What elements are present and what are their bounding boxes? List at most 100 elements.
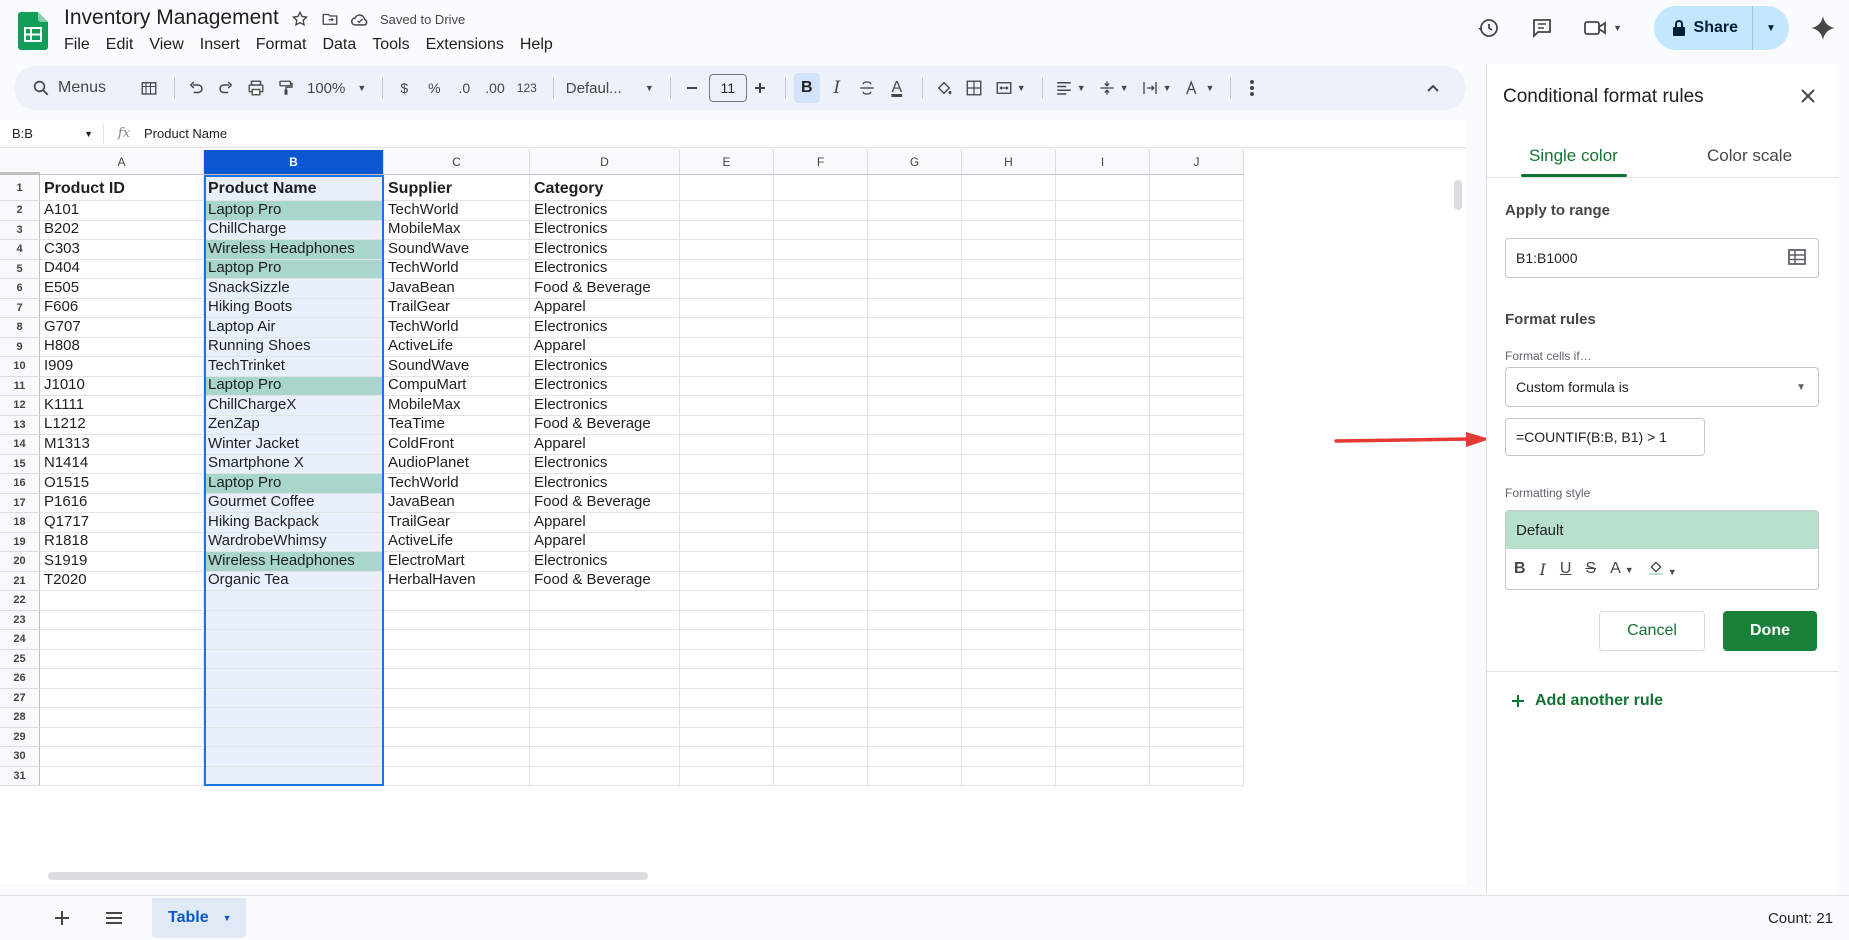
cell-i6[interactable] [1056, 279, 1150, 299]
cell-f30[interactable] [774, 747, 868, 767]
cell-a25[interactable] [40, 649, 204, 669]
cell-h5[interactable] [962, 259, 1056, 279]
tab-color-scale[interactable]: Color scale [1707, 146, 1792, 166]
select-range-icon[interactable] [1788, 248, 1806, 268]
cell-b14[interactable]: Winter Jacket [204, 435, 384, 455]
rotate-icon[interactable]: ▼ [1179, 73, 1218, 103]
cell-e30[interactable] [680, 747, 774, 767]
currency-button[interactable]: $ [391, 73, 417, 103]
cell-e11[interactable] [680, 376, 774, 396]
cell-e23[interactable] [680, 610, 774, 630]
cell-f21[interactable] [774, 571, 868, 591]
text-color-button[interactable]: A [884, 73, 910, 103]
menu-data[interactable]: Data [322, 36, 366, 54]
cell-h1[interactable] [962, 175, 1056, 201]
cell-e18[interactable] [680, 513, 774, 533]
cell-g13[interactable] [868, 415, 962, 435]
custom-formula-input[interactable]: =COUNTIF(B:B, B1) > 1 [1505, 418, 1705, 456]
cell-g26[interactable] [868, 669, 962, 689]
cell-f22[interactable] [774, 591, 868, 611]
version-history-icon[interactable] [1468, 8, 1508, 48]
cell-b3[interactable]: ChillCharge [204, 220, 384, 240]
cell-j15[interactable] [1150, 454, 1244, 474]
cell-g12[interactable] [868, 396, 962, 416]
cell-b13[interactable]: ZenZap [204, 415, 384, 435]
cell-f7[interactable] [774, 298, 868, 318]
cell-f6[interactable] [774, 279, 868, 299]
cell-d7[interactable]: Apparel [530, 298, 680, 318]
cell-f13[interactable] [774, 415, 868, 435]
cell-h3[interactable] [962, 220, 1056, 240]
cell-h10[interactable] [962, 357, 1056, 377]
cell-c4[interactable]: SoundWave [384, 240, 530, 260]
cell-g29[interactable] [868, 727, 962, 747]
row-header-5[interactable]: 5 [0, 259, 40, 279]
cell-i16[interactable] [1056, 474, 1150, 494]
cell-h9[interactable] [962, 337, 1056, 357]
font-size-input[interactable]: 11 [708, 74, 747, 102]
style-fill-color-icon[interactable]: ▼ [1648, 559, 1677, 580]
cell-d4[interactable]: Electronics [530, 240, 680, 260]
row-header-8[interactable]: 8 [0, 318, 40, 338]
column-header-h[interactable]: H [962, 150, 1056, 175]
cell-c30[interactable] [384, 747, 530, 767]
cell-b6[interactable]: SnackSizzle [204, 279, 384, 299]
menu-file[interactable]: File [64, 36, 100, 54]
cell-b12[interactable]: ChillChargeX [204, 396, 384, 416]
cell-j26[interactable] [1150, 669, 1244, 689]
row-header-20[interactable]: 20 [0, 552, 40, 572]
cell-a5[interactable]: D404 [40, 259, 204, 279]
row-header-31[interactable]: 31 [0, 766, 40, 786]
cell-b25[interactable] [204, 649, 384, 669]
row-header-15[interactable]: 15 [0, 454, 40, 474]
cell-a28[interactable] [40, 708, 204, 728]
row-header-16[interactable]: 16 [0, 474, 40, 494]
undo-icon[interactable] [183, 73, 209, 103]
cell-b27[interactable] [204, 688, 384, 708]
wrap-icon[interactable]: ▼ [1137, 73, 1176, 103]
cell-g24[interactable] [868, 630, 962, 650]
cell-a3[interactable]: B202 [40, 220, 204, 240]
cell-b17[interactable]: Gourmet Coffee [204, 493, 384, 513]
row-header-22[interactable]: 22 [0, 591, 40, 611]
cell-j4[interactable] [1150, 240, 1244, 260]
menu-tools[interactable]: Tools [372, 36, 419, 54]
cell-g16[interactable] [868, 474, 962, 494]
cell-h18[interactable] [962, 513, 1056, 533]
cell-d1[interactable]: Category [530, 175, 680, 201]
cell-b21[interactable]: Organic Tea [204, 571, 384, 591]
cell-b31[interactable] [204, 766, 384, 786]
cell-f11[interactable] [774, 376, 868, 396]
number-format-button[interactable]: 123 [513, 73, 541, 103]
add-sheet-icon[interactable] [46, 902, 78, 934]
cell-c7[interactable]: TrailGear [384, 298, 530, 318]
cell-j27[interactable] [1150, 688, 1244, 708]
cell-d27[interactable] [530, 688, 680, 708]
condition-select[interactable]: Custom formula is ▼ [1505, 367, 1819, 407]
cell-i26[interactable] [1056, 669, 1150, 689]
percent-button[interactable]: % [421, 73, 447, 103]
cell-d25[interactable] [530, 649, 680, 669]
cell-c13[interactable]: TeaTime [384, 415, 530, 435]
cell-g3[interactable] [868, 220, 962, 240]
valign-icon[interactable]: ▼ [1094, 73, 1133, 103]
cell-d29[interactable] [530, 727, 680, 747]
cell-g7[interactable] [868, 298, 962, 318]
cell-j20[interactable] [1150, 552, 1244, 572]
cell-d18[interactable]: Apparel [530, 513, 680, 533]
cell-f15[interactable] [774, 454, 868, 474]
cell-h8[interactable] [962, 318, 1056, 338]
menu-format[interactable]: Format [256, 36, 317, 54]
cell-i1[interactable] [1056, 175, 1150, 201]
row-header-1[interactable]: 1 [0, 175, 40, 201]
cell-i25[interactable] [1056, 649, 1150, 669]
cell-d13[interactable]: Food & Beverage [530, 415, 680, 435]
row-header-25[interactable]: 25 [0, 649, 40, 669]
cell-e29[interactable] [680, 727, 774, 747]
cell-b18[interactable]: Hiking Backpack [204, 513, 384, 533]
cell-i8[interactable] [1056, 318, 1150, 338]
cell-j8[interactable] [1150, 318, 1244, 338]
cell-h30[interactable] [962, 747, 1056, 767]
style-preview[interactable]: Default [1506, 511, 1818, 549]
cell-g10[interactable] [868, 357, 962, 377]
